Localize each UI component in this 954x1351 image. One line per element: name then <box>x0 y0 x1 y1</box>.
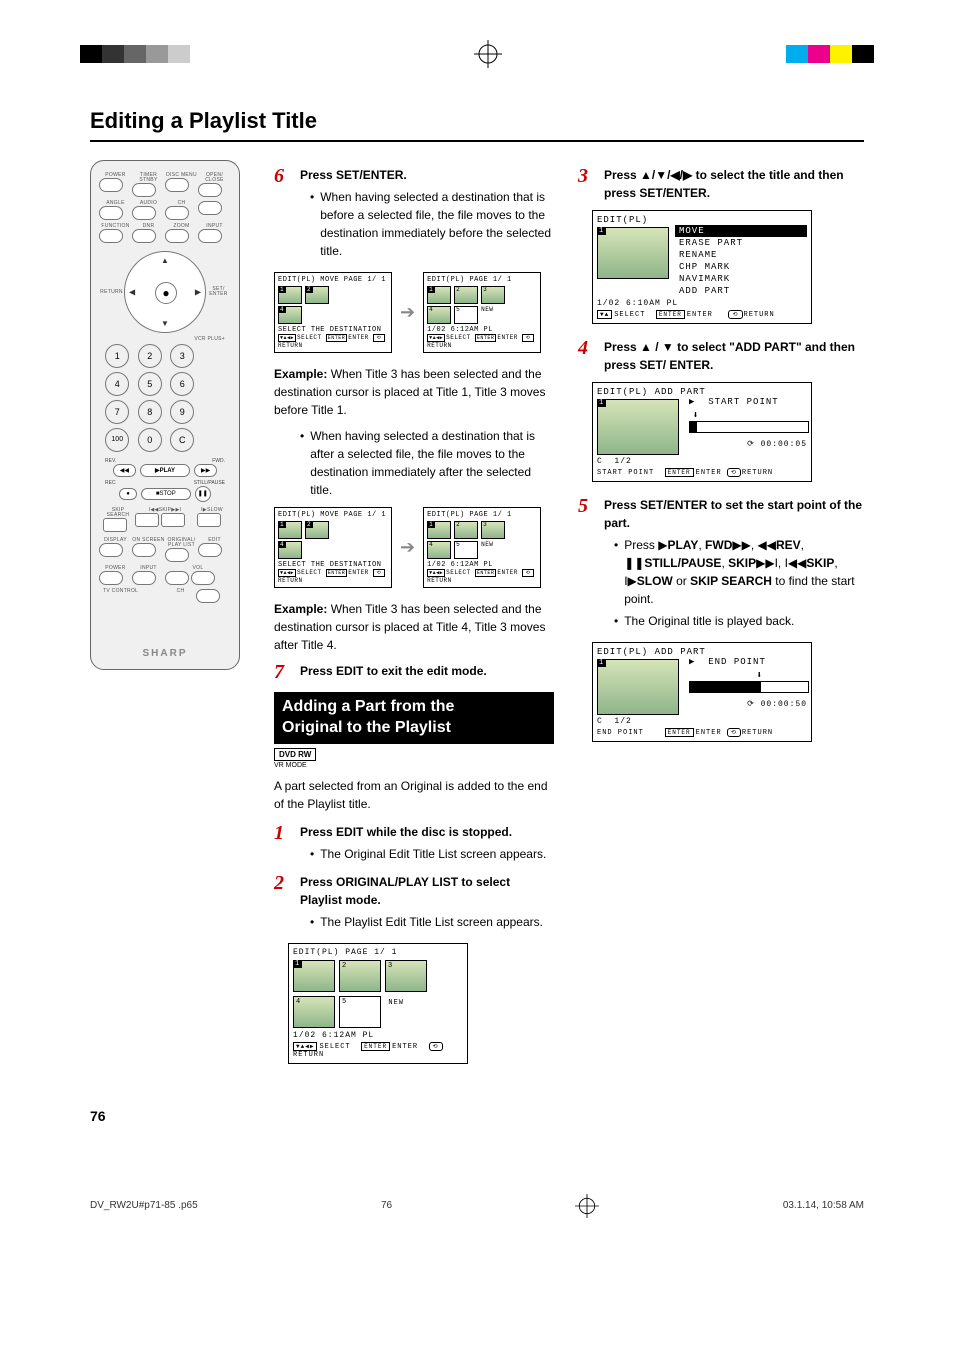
osd-after-1: EDIT(PL) PAGE 1/ 1 1 2 3 4 5 NEW 1/02 6:… <box>423 272 541 353</box>
step-6: 6 Press SET/ENTER. •When having selected… <box>274 166 554 264</box>
section-intro: A part selected from an Original is adde… <box>274 777 554 813</box>
step-2: 2 Press ORIGINAL/PLAY LIST to select Pla… <box>274 873 554 935</box>
osd-add-part-end: EDIT(PL) ADD PART 1 C 1/2 ▶ END POINT ⬇ … <box>592 642 812 742</box>
osd-playlist-grid: EDIT(PL) PAGE 1/ 1 1 2 3 4 5NEW 1/02 6:1… <box>288 943 468 1064</box>
dvd-rw-badge: DVD RW <box>274 748 316 761</box>
osd-add-part-start: EDIT(PL) ADD PART 1 C 1/2 ▶ START POINT … <box>592 382 812 482</box>
registration-mark-icon <box>575 1194 599 1218</box>
registration-mark-icon <box>474 40 502 68</box>
title-rule <box>90 140 864 142</box>
step-3: 3 Press ▲/▼/◀/▶ to select the title and … <box>578 166 864 202</box>
step-4: 4 Press ▲ / ▼ to select "ADD PART" and t… <box>578 338 864 374</box>
step-1: 1 Press EDIT while the disc is stopped. … <box>274 823 554 867</box>
remote-control-diagram: POWER TIMER STNBY DISC MENU OPEN/ CLOSE … <box>90 160 240 670</box>
example-2: Example: When Title 3 has been selected … <box>274 600 554 654</box>
page-number: 76 <box>90 1108 864 1124</box>
dpad-icon: ▲▼ ◀▶ ● <box>124 251 206 333</box>
print-registration-top <box>0 0 954 88</box>
footer: DV_RW2U#p71-85 .p65 76 03.1.14, 10:58 AM <box>0 1164 954 1248</box>
brand-logo: SHARP <box>91 648 239 659</box>
example-1: Example: When Title 3 has been selected … <box>274 365 554 419</box>
footer-date: 03.1.14, 10:58 AM <box>783 1200 864 1211</box>
footer-page: 76 <box>381 1200 392 1211</box>
osd-move-before-after: EDIT(PL) MOVE PAGE 1/ 1 1 2 4 SELECT THE… <box>274 272 554 353</box>
arrow-right-icon: ➔ <box>400 302 415 323</box>
footer-filename: DV_RW2U#p71-85 .p65 <box>90 1200 198 1211</box>
osd-move-select: EDIT(PL) MOVE PAGE 1/ 1 1 2 4 SELECT THE… <box>274 272 392 353</box>
step-7: 7 Press EDIT to exit the edit mode. <box>274 662 554 682</box>
vr-mode-label: VR MODE <box>274 762 554 769</box>
bullet-after-destination: •When having selected a destination that… <box>300 427 554 499</box>
page-title: Editing a Playlist Title <box>90 108 864 134</box>
osd-move-before-after-2: EDIT(PL) MOVE PAGE 1/ 1 1 2 4 SELECT THE… <box>274 507 554 588</box>
osd-edit-menu: EDIT(PL) 1 MOVE ERASE PART RENAME CHP MA… <box>592 210 812 324</box>
grayscale-bars <box>80 45 190 63</box>
arrow-right-icon: ➔ <box>400 537 415 558</box>
step-5: 5 Press SET/ENTER to set the start point… <box>578 496 864 634</box>
section-header: Adding a Part from theOriginal to the Pl… <box>274 692 554 744</box>
cmyk-bars <box>786 45 874 63</box>
